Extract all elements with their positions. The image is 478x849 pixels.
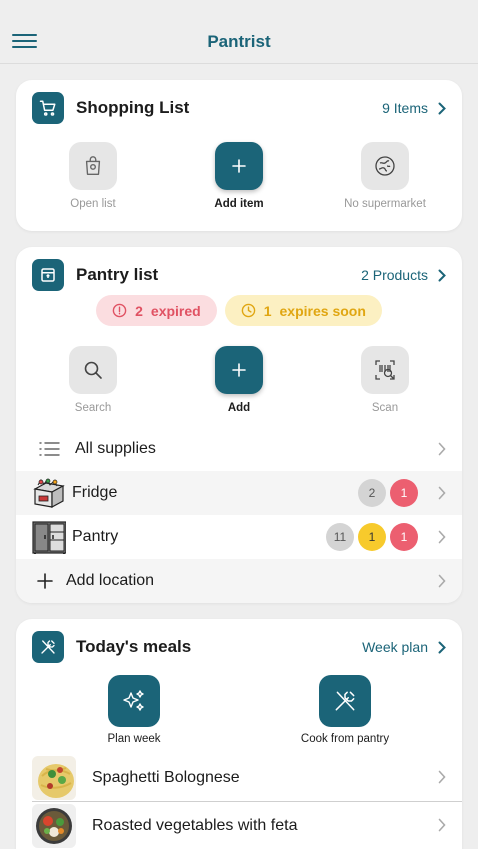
list-icon [39,442,60,456]
todays-meals-title: Today's meals [76,637,192,656]
all-supplies-row[interactable]: All supplies [16,427,462,471]
add-button[interactable]: Add [179,346,299,414]
expired-label: expired [150,302,201,319]
chevron-right-icon [438,818,446,832]
app-header: Pantrist [0,0,478,64]
no-supermarket-button[interactable]: No supermarket [325,142,445,210]
shopping-list-card: Shopping List 9 Items Open list Add item… [16,80,462,231]
pantry-list-card: Pantry list 2 Products 2 expired 1 expir… [16,247,462,603]
pantry-badges: 11 1 1 [326,523,418,551]
chevron-right-icon [438,530,446,544]
meal-name: Spaghetti Bolognese [92,768,240,786]
pantry-list-title: Pantry list [76,265,159,284]
shopping-items-link[interactable]: 9 Items [382,100,446,116]
plus-icon [37,573,53,589]
scan-button[interactable]: Scan [325,346,445,414]
chevron-right-icon [438,574,446,588]
meal-item[interactable]: Roasted vegetables with feta [32,802,462,849]
archive-box-icon [32,259,64,291]
fork-knife-icon [319,675,371,727]
plan-week-button[interactable]: Plan week [74,675,194,745]
expires-soon-chip[interactable]: 1 expires soon [224,295,382,326]
expires-soon-count: 1 [263,302,272,319]
pantry-total-badge: 11 [326,523,354,551]
open-list-button[interactable]: Open list [33,142,153,210]
shopping-items-count: 9 Items [382,100,428,116]
pantry-row[interactable]: Pantry 11 1 1 [16,515,462,559]
shopping-list-title: Shopping List [76,98,190,117]
chevron-right-icon [438,102,446,114]
app-title: Pantrist [207,31,271,51]
cart-icon [32,92,64,124]
chevron-right-icon [438,641,446,653]
clock-icon [241,303,256,318]
chevron-right-icon [438,770,446,784]
fridge-total-badge: 2 [358,479,386,507]
meal-item[interactable]: Spaghetti Bolognese [32,754,462,802]
plus-icon [215,142,263,190]
pantry-expired-badge: 1 [390,523,418,551]
open-list-label: Open list [70,198,116,210]
plus-icon [215,346,263,394]
meal-name: Roasted vegetables with feta [92,817,298,834]
fridge-badges: 2 1 [358,479,418,507]
search-icon [69,346,117,394]
cupboard-icon [32,521,66,554]
shopping-bag-icon [69,142,117,190]
fridge-icon [33,478,65,509]
search-button[interactable]: Search [33,346,153,414]
sparkles-icon [108,675,160,727]
hamburger-icon[interactable] [12,34,37,50]
cook-from-pantry-label: Cook from pantry [300,733,390,745]
pantry-soon-badge: 1 [358,523,386,551]
chevron-right-icon [438,486,446,500]
add-label: Add [227,402,251,414]
add-item-button[interactable]: Add item [179,142,299,210]
add-location-label: Add location [66,572,155,589]
todays-meals-card: Today's meals Week plan Plan week Cook f… [16,619,462,849]
pantry-products-link[interactable]: 2 Products [361,267,446,283]
add-location-row[interactable]: Add location [16,559,462,603]
chevron-right-icon [438,442,446,456]
week-plan-link[interactable]: Week plan [362,639,446,655]
plan-week-label: Plan week [107,733,161,745]
add-item-label: Add item [214,198,264,210]
expires-soon-label: expires soon [279,302,366,319]
meal-thumbnail [32,755,76,800]
scan-label: Scan [371,402,399,414]
alert-circle-icon [112,303,127,318]
search-label: Search [74,402,112,414]
fridge-expired-badge: 1 [390,479,418,507]
fridge-row[interactable]: Fridge 2 1 [16,471,462,515]
barcode-scan-icon [361,346,409,394]
globe-icon [361,142,409,190]
week-plan-label: Week plan [362,639,428,655]
chevron-right-icon [438,269,446,281]
expired-count: 2 [135,302,143,319]
all-supplies-label: All supplies [75,440,156,457]
expired-chip[interactable]: 2 expired [96,295,217,326]
fork-knife-icon [32,631,64,663]
pantry-products-count: 2 Products [361,267,428,283]
cook-from-pantry-button[interactable]: Cook from pantry [285,675,405,745]
no-supermarket-label: No supermarket [344,198,426,210]
expiry-chips: 2 expired 1 expires soon [16,295,462,326]
meal-thumbnail [32,804,76,848]
